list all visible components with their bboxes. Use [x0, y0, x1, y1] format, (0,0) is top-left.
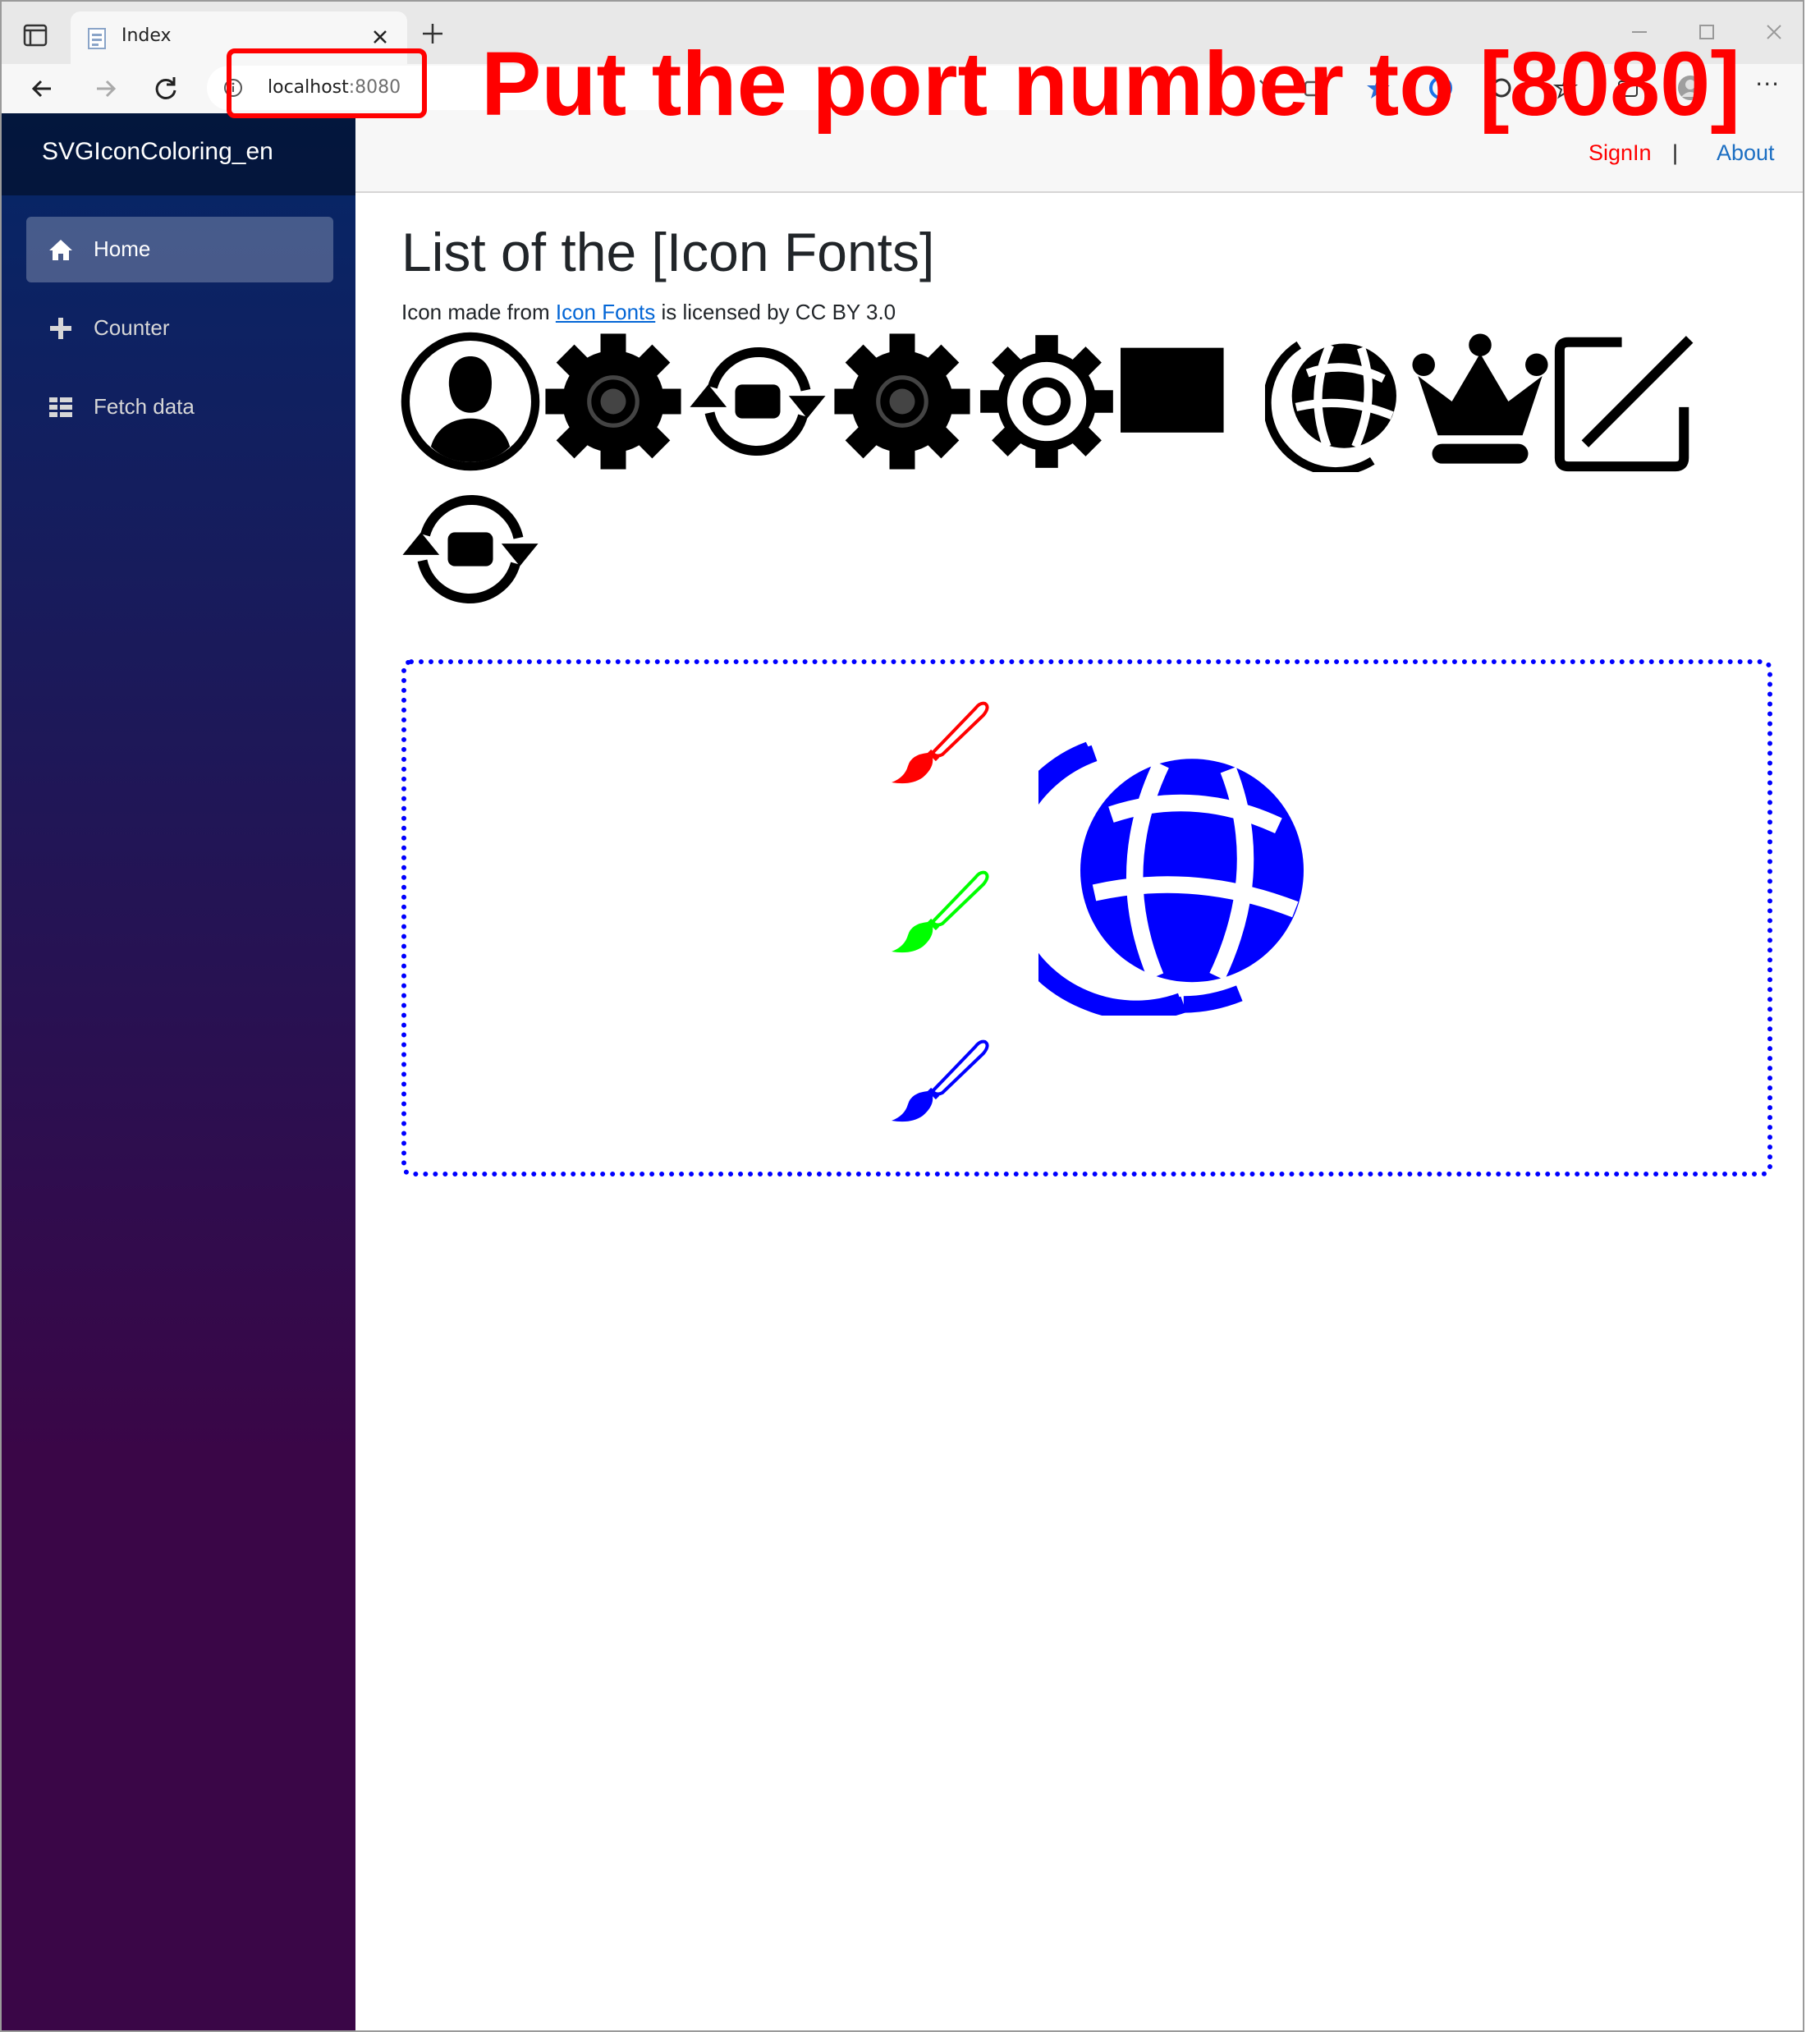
nav-item-label: Counter [94, 315, 170, 340]
browser-window: Index localhost:8080 ··· SVGIconColoring… [0, 0, 1804, 2032]
icon-fonts-link[interactable]: Icon Fonts [556, 300, 655, 324]
paintbrush-icon[interactable] [887, 869, 993, 960]
brand-bar: SVGIconColoring_en [2, 113, 355, 195]
crown-icon [1412, 333, 1548, 464]
credit-text: Icon made from Icon Fonts is licensed by… [401, 300, 896, 325]
icon-font-list [400, 331, 1713, 626]
gear-solid-icon [545, 333, 681, 470]
credit-suffix: is licensed by CC BY 3.0 [655, 300, 896, 324]
tab-actions-icon[interactable] [20, 20, 51, 51]
refresh-icon [690, 347, 826, 456]
separator: | [1672, 140, 1679, 165]
user-circle-icon [401, 332, 540, 471]
nav-item-label: Fetch data [94, 394, 195, 419]
tab-title: Index [121, 25, 172, 46]
paintbrush-icon[interactable] [887, 700, 993, 791]
blazor-app: SVGIconColoring_en Home Counter Fetch da… [2, 113, 1803, 2030]
port-highlight-box [227, 48, 427, 118]
nav-item-fetch-data[interactable]: Fetch data [26, 374, 333, 440]
page-favicon-icon [85, 26, 110, 51]
plus-icon [48, 315, 74, 342]
app-brand[interactable]: SVGIconColoring_en [42, 138, 273, 166]
main-content: List of the [Icon Fonts] Icon made from … [355, 193, 1803, 2030]
sidebar: SVGIconColoring_en Home Counter Fetch da… [2, 113, 355, 2030]
signin-link[interactable]: SignIn [1588, 140, 1652, 166]
reload-icon[interactable] [149, 72, 182, 105]
gear-outline-icon [980, 335, 1113, 468]
nav-item-home[interactable]: Home [26, 217, 333, 282]
home-icon [48, 236, 74, 263]
credit-prefix: Icon made from [401, 300, 556, 324]
new-tab-icon[interactable] [419, 20, 447, 48]
coloring-panel [401, 659, 1772, 1177]
tab-close-icon[interactable] [369, 26, 391, 48]
globe-icon [1038, 741, 1304, 1016]
page-title: List of the [Icon Fonts] [401, 222, 935, 282]
annotation-text: Put the port number to [8080] [481, 34, 1740, 135]
nav-item-label: Home [94, 236, 151, 261]
square-icon [1121, 347, 1224, 433]
close-window-icon[interactable] [1762, 20, 1786, 44]
gear-solid-icon [834, 333, 970, 470]
forward-icon[interactable] [89, 72, 121, 105]
paintbrush-icon[interactable] [887, 1039, 993, 1129]
nav-item-counter[interactable]: Counter [26, 296, 333, 361]
list-icon [48, 394, 74, 420]
about-link[interactable]: About [1717, 140, 1775, 166]
globe-icon [1265, 341, 1396, 472]
back-icon[interactable] [26, 72, 59, 105]
refresh-icon [402, 495, 539, 603]
more-menu-button[interactable]: ··· [1755, 71, 1780, 98]
edit-icon [1554, 336, 1694, 472]
